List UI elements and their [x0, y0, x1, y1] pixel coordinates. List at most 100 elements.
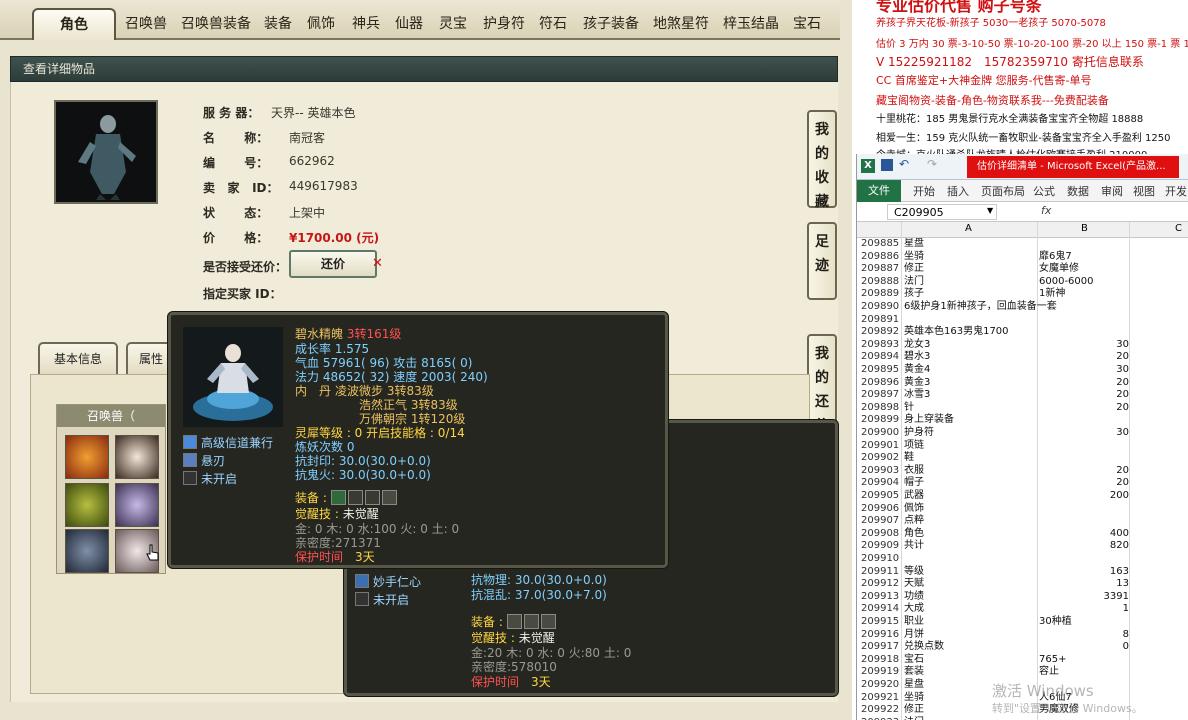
tab-gem[interactable]: 宝石 [793, 10, 821, 38]
table-row[interactable]: 209913 功绩 3391 [857, 591, 1188, 604]
cell-a[interactable]: 佩饰 [904, 503, 924, 516]
table-row[interactable]: 209899 身上穿装备 [857, 414, 1188, 427]
row-number[interactable]: 209898 [861, 402, 899, 415]
row-number[interactable]: 209909 [861, 540, 899, 553]
row-number[interactable]: 209907 [861, 515, 899, 528]
cell-b[interactable]: 20 [1116, 389, 1129, 402]
table-row[interactable]: 209897 冰雪3 20 [857, 389, 1188, 402]
cell-a[interactable]: 法门 [904, 276, 924, 289]
cell-b[interactable]: 400 [1110, 528, 1129, 541]
tab-summon[interactable]: 召唤兽 [125, 10, 167, 38]
row-number[interactable]: 209892 [861, 326, 899, 339]
tab-amulet[interactable]: 护身符 [483, 10, 525, 38]
cell-b[interactable]: 1 [1123, 603, 1129, 616]
table-row[interactable]: 209888 法门 6000-6000 [857, 276, 1188, 289]
tab-accessory[interactable]: 佩饰 [307, 10, 335, 38]
cell-a[interactable]: 项链 [904, 440, 924, 453]
cell-b[interactable]: 6000-6000 [1039, 276, 1094, 289]
table-row[interactable]: 209892 英雄本色163男鬼1700 [857, 326, 1188, 339]
cell-a[interactable]: 针 [904, 402, 914, 415]
cell-a[interactable]: 兑换点数 [904, 641, 944, 654]
ribbon-tab-formulas[interactable]: 公式 [1033, 183, 1055, 199]
row-number[interactable]: 209910 [861, 553, 899, 566]
column-header-c[interactable]: C [1175, 223, 1182, 234]
row-number[interactable]: 209918 [861, 654, 899, 667]
table-row[interactable]: 209905 武器 200 [857, 490, 1188, 503]
row-number[interactable]: 209922 [861, 704, 899, 717]
column-header-a[interactable]: A [965, 223, 972, 234]
row-number[interactable]: 209903 [861, 465, 899, 478]
row-number[interactable]: 209891 [861, 314, 899, 327]
pet-slot[interactable] [65, 483, 109, 527]
cell-a[interactable]: 星盘 [904, 238, 924, 251]
row-number[interactable]: 209885 [861, 238, 899, 251]
cell-a[interactable]: 角色 [904, 528, 924, 541]
cell-b[interactable]: 靡6鬼7 [1039, 251, 1072, 264]
table-row[interactable]: 209895 黄金4 30 [857, 364, 1188, 377]
table-row[interactable]: 209907 点粹 [857, 515, 1188, 528]
table-row[interactable]: 209915 职业 30种植 [857, 616, 1188, 629]
table-row[interactable]: 209902 鞋 [857, 452, 1188, 465]
cell-a[interactable]: 点粹 [904, 515, 924, 528]
cell-b[interactable]: 30种植 [1039, 616, 1072, 629]
cell-a[interactable]: 龙女3 [904, 339, 930, 352]
cell-a[interactable]: 冰雪3 [904, 389, 930, 402]
close-icon[interactable]: ✕ [372, 256, 383, 271]
pet-slot[interactable] [115, 435, 159, 479]
row-number[interactable]: 209917 [861, 641, 899, 654]
table-row[interactable]: 209901 项链 [857, 440, 1188, 453]
cell-b[interactable]: 0 [1123, 641, 1129, 654]
cell-a[interactable]: 宝石 [904, 654, 924, 667]
row-number[interactable]: 209888 [861, 276, 899, 289]
cell-a[interactable]: 衣服 [904, 465, 924, 478]
row-number[interactable]: 209897 [861, 389, 899, 402]
cell-b[interactable]: 820 [1110, 540, 1129, 553]
row-number[interactable]: 209896 [861, 377, 899, 390]
cell-a[interactable]: 帽子 [904, 477, 924, 490]
table-row[interactable]: 209896 黄金3 20 [857, 377, 1188, 390]
cell-a[interactable]: 武器 [904, 490, 924, 503]
ribbon-tab-view[interactable]: 视图 [1133, 183, 1155, 199]
row-number[interactable]: 209916 [861, 629, 899, 642]
cell-a[interactable]: 修正 [904, 263, 924, 276]
row-number[interactable]: 209902 [861, 452, 899, 465]
table-row[interactable]: 209910 [857, 553, 1188, 566]
tab-equipment[interactable]: 装备 [264, 10, 292, 38]
table-row[interactable]: 209887 修正 女魔单修 [857, 263, 1188, 276]
tab-divine-weapon[interactable]: 神兵 [352, 10, 380, 38]
table-row[interactable]: 209903 衣服 20 [857, 465, 1188, 478]
cell-a[interactable]: 等级 [904, 566, 924, 579]
row-number[interactable]: 209893 [861, 339, 899, 352]
table-row[interactable]: 209898 针 20 [857, 402, 1188, 415]
pet-slot[interactable] [65, 529, 109, 573]
row-number[interactable]: 209900 [861, 427, 899, 440]
ribbon-tab-developer[interactable]: 开发 [1165, 183, 1187, 199]
cell-a[interactable]: 坐骑 [904, 692, 924, 705]
table-row[interactable]: 209885 星盘 [857, 238, 1188, 251]
fx-icon[interactable]: fx [1041, 204, 1051, 217]
cell-b[interactable]: 20 [1116, 477, 1129, 490]
tab-star-talisman[interactable]: 地煞星符 [653, 10, 709, 38]
table-row[interactable]: 209889 孩子 1新神 [857, 288, 1188, 301]
row-number[interactable]: 209901 [861, 440, 899, 453]
table-row[interactable]: 209909 共计 820 [857, 540, 1188, 553]
table-row[interactable]: 209893 龙女3 30 [857, 339, 1188, 352]
table-row[interactable]: 209919 套装 容止 [857, 666, 1188, 679]
row-number[interactable]: 209913 [861, 591, 899, 604]
cell-b[interactable]: 容止 [1039, 666, 1059, 679]
cell-b[interactable]: 20 [1116, 377, 1129, 390]
undo-icon[interactable]: ↶ [899, 157, 909, 171]
cell-a[interactable]: 月饼 [904, 629, 924, 642]
name-box[interactable]: C209905 [887, 204, 997, 220]
counter-offer-button[interactable]: 还价 [289, 250, 377, 278]
table-row[interactable]: 209906 佩饰 [857, 503, 1188, 516]
cell-b[interactable]: 女魔单修 [1039, 263, 1079, 276]
table-row[interactable]: 209916 月饼 8 [857, 629, 1188, 642]
cell-b[interactable]: 13 [1116, 578, 1129, 591]
tab-jade-crystal[interactable]: 梓玉结晶 [723, 10, 779, 38]
cell-a[interactable]: 英雄本色163男鬼1700 [904, 326, 1009, 339]
ribbon-tab-layout[interactable]: 页面布局 [981, 183, 1025, 199]
cell-b[interactable]: 3391 [1104, 591, 1129, 604]
column-header-b[interactable]: B [1081, 223, 1088, 234]
table-row[interactable]: 209891 [857, 314, 1188, 327]
